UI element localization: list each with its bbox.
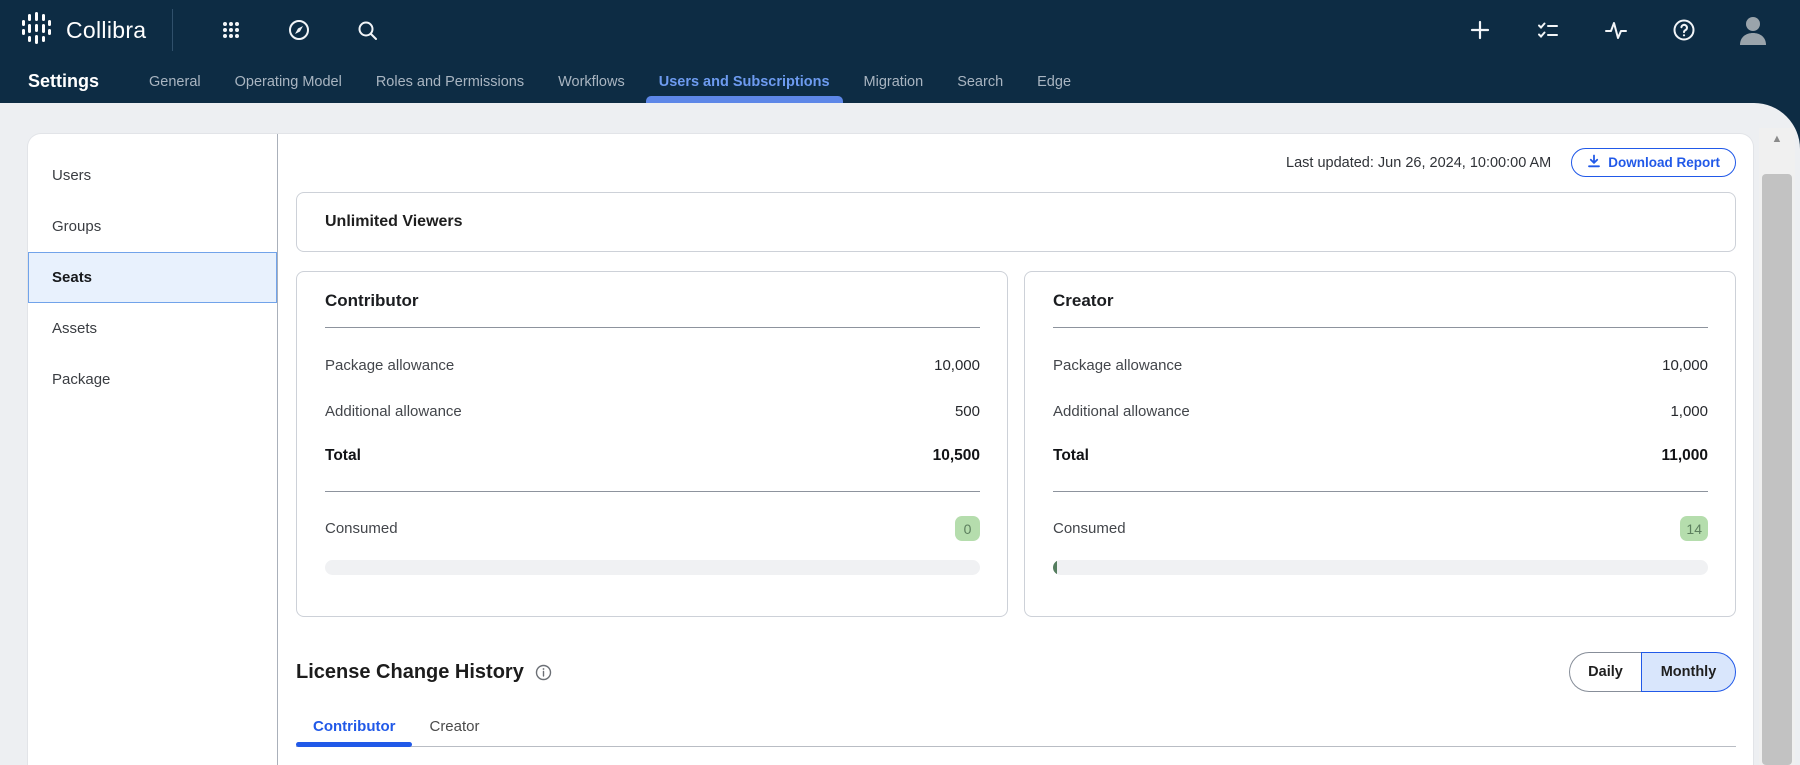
license-history-title: License Change History — [296, 661, 524, 684]
nav-tab-search[interactable]: Search — [957, 60, 1003, 103]
consumed-row: Consumed 0 — [325, 516, 980, 541]
total-row: Total 11,000 — [1053, 447, 1708, 465]
nav-tab-edge[interactable]: Edge — [1037, 60, 1071, 103]
additional-allowance-row: Additional allowance 1,000 — [1053, 403, 1708, 420]
nav-tab-operating-model[interactable]: Operating Model — [235, 60, 342, 103]
header-divider — [172, 9, 173, 51]
compass-icon[interactable] — [287, 18, 311, 42]
header-right-icons — [1446, 13, 1770, 47]
monthly-toggle-button[interactable]: Monthly — [1641, 652, 1736, 692]
nav-tab-general[interactable]: General — [149, 60, 201, 103]
help-icon[interactable] — [1672, 18, 1696, 42]
last-updated-text: Last updated: Jun 26, 2024, 10:00:00 AM — [1286, 155, 1551, 171]
nav-tab-users-and-subscriptions[interactable]: Users and Subscriptions — [659, 60, 830, 103]
download-report-button[interactable]: Download Report — [1571, 148, 1736, 177]
add-icon[interactable] — [1468, 18, 1492, 42]
sidebar-item-assets[interactable]: Assets — [28, 303, 277, 354]
progress-fill — [1053, 560, 1057, 575]
consumed-badge: 14 — [1680, 516, 1708, 541]
app-header: Collibra — [0, 0, 1800, 60]
consumption-progress-bar — [325, 560, 980, 575]
card-title: Contributor — [325, 291, 980, 311]
contributor-card: Contributor Package allowance 10,000 Add… — [296, 271, 1008, 617]
download-icon — [1587, 154, 1601, 171]
seat-cards: Contributor Package allowance 10,000 Add… — [296, 271, 1736, 617]
report-row: Last updated: Jun 26, 2024, 10:00:00 AM … — [296, 148, 1736, 177]
content-area: Users Groups Seats Assets Package Last u… — [0, 103, 1800, 765]
sidebar-item-package[interactable]: Package — [28, 354, 277, 405]
card-divider — [325, 491, 980, 492]
activity-pulse-icon[interactable] — [1604, 18, 1628, 42]
history-tabs: Contributor Creator — [296, 707, 1736, 747]
license-history-header: License Change History Daily Monthly — [296, 651, 1736, 693]
apps-grid-icon[interactable] — [219, 18, 243, 42]
daily-toggle-button[interactable]: Daily — [1569, 652, 1641, 692]
sidebar-item-groups[interactable]: Groups — [28, 201, 277, 252]
settings-nav: Settings General Operating Model Roles a… — [0, 60, 1800, 103]
seats-main: Last updated: Jun 26, 2024, 10:00:00 AM … — [278, 134, 1753, 765]
brand[interactable]: Collibra — [20, 11, 146, 50]
card-title: Creator — [1053, 291, 1708, 311]
scrollbar-up-arrow[interactable]: ▲ — [1759, 128, 1795, 150]
sidebar-item-users[interactable]: Users — [28, 150, 277, 201]
avatar[interactable] — [1736, 13, 1770, 47]
info-icon[interactable] — [535, 664, 552, 681]
tab-creator[interactable]: Creator — [412, 707, 496, 746]
card-divider — [325, 327, 980, 328]
collibra-logo-icon — [20, 11, 54, 50]
sidebar-item-seats[interactable]: Seats — [28, 252, 277, 303]
tasks-checklist-icon[interactable] — [1536, 18, 1560, 42]
nav-tab-roles-and-permissions[interactable]: Roles and Permissions — [376, 60, 524, 103]
nav-tab-workflows[interactable]: Workflows — [558, 60, 625, 103]
total-row: Total 10,500 — [325, 447, 980, 465]
consumption-progress-bar — [1053, 560, 1708, 575]
interval-toggle: Daily Monthly — [1569, 652, 1736, 692]
package-allowance-row: Package allowance 10,000 — [1053, 357, 1708, 374]
settings-panel: Users Groups Seats Assets Package Last u… — [27, 133, 1754, 765]
unlimited-viewers-card: Unlimited Viewers — [296, 192, 1736, 252]
creator-card: Creator Package allowance 10,000 Additio… — [1024, 271, 1736, 617]
viewers-card-title: Unlimited Viewers — [325, 213, 463, 231]
card-divider — [1053, 491, 1708, 492]
additional-allowance-row: Additional allowance 500 — [325, 403, 980, 420]
search-icon[interactable] — [355, 18, 379, 42]
app: Collibra — [0, 0, 1800, 765]
nav-tab-migration[interactable]: Migration — [864, 60, 924, 103]
settings-title: Settings — [28, 71, 99, 92]
consumed-row: Consumed 14 — [1053, 516, 1708, 541]
sidebar: Users Groups Seats Assets Package — [28, 134, 278, 765]
scrollbar-thumb[interactable] — [1762, 174, 1792, 765]
package-allowance-row: Package allowance 10,000 — [325, 357, 980, 374]
consumed-badge: 0 — [955, 516, 980, 541]
brand-name: Collibra — [66, 17, 146, 44]
tab-contributor[interactable]: Contributor — [296, 707, 412, 746]
card-divider — [1053, 327, 1708, 328]
scrollbar[interactable]: ▲ — [1759, 128, 1795, 765]
